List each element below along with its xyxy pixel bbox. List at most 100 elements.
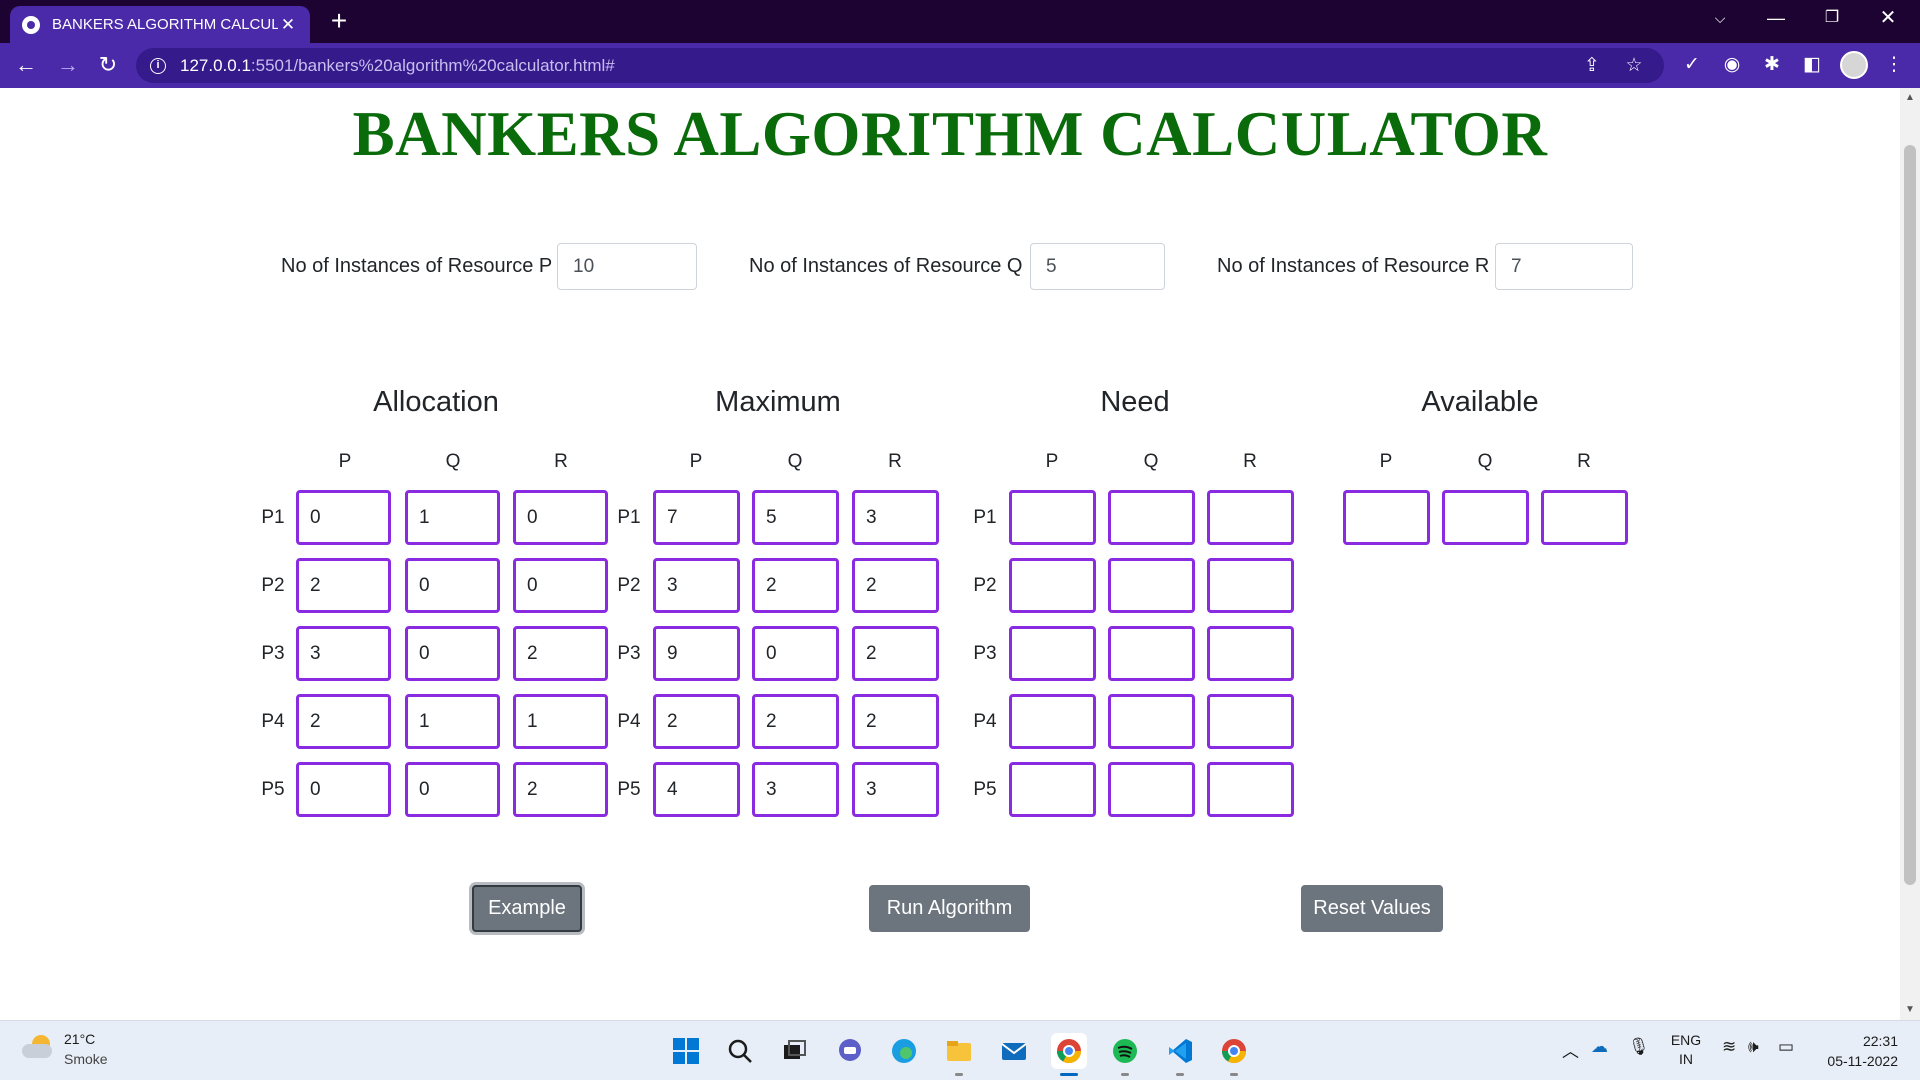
- chevron-up-icon[interactable]: ︿: [1562, 1037, 1579, 1062]
- allocation-cell[interactable]: 0: [513, 490, 608, 545]
- chrome-browser-icon[interactable]: [1051, 1033, 1087, 1076]
- scrollbar-thumb[interactable]: [1904, 145, 1916, 885]
- allocation-cell[interactable]: 1: [405, 694, 500, 749]
- need-cell[interactable]: [1108, 490, 1195, 545]
- allocation-cell[interactable]: 2: [513, 762, 608, 817]
- need-cell[interactable]: [1108, 626, 1195, 681]
- resource-r-input[interactable]: 7: [1495, 243, 1633, 290]
- maximum-cell[interactable]: 4: [653, 762, 740, 817]
- scroll-up-arrow-icon[interactable]: ▲: [1900, 88, 1920, 108]
- language-indicator[interactable]: ENG IN: [1668, 1031, 1704, 1069]
- profile-avatar[interactable]: [1840, 51, 1868, 79]
- allocation-cell[interactable]: 1: [405, 490, 500, 545]
- microphone-icon[interactable]: 🎙: [1628, 1037, 1650, 1057]
- weather-description[interactable]: Smoke: [64, 1051, 108, 1067]
- forward-arrow-icon[interactable]: →: [52, 49, 84, 81]
- edge-browser-icon[interactable]: [886, 1033, 922, 1069]
- spotify-icon[interactable]: [1107, 1033, 1143, 1076]
- browser-menu-icon[interactable]: ⋮: [1878, 49, 1910, 81]
- allocation-cell[interactable]: 0: [405, 626, 500, 681]
- available-cell-r[interactable]: [1541, 490, 1628, 545]
- puzzle-extensions-icon[interactable]: ✱: [1756, 49, 1788, 81]
- resource-p-input[interactable]: 10: [557, 243, 697, 290]
- need-cell[interactable]: [1009, 762, 1096, 817]
- need-cell[interactable]: [1009, 490, 1096, 545]
- allocation-cell[interactable]: 0: [405, 762, 500, 817]
- maximum-cell[interactable]: 5: [752, 490, 839, 545]
- address-bar[interactable]: i 127.0.0.1:5501/bankers%20algorithm%20c…: [136, 48, 1664, 83]
- battery-icon[interactable]: ▭: [1778, 1037, 1794, 1057]
- cursor-extension-icon[interactable]: ◉: [1716, 49, 1748, 81]
- maximum-cell[interactable]: 2: [752, 694, 839, 749]
- allocation-cell[interactable]: 2: [296, 694, 391, 749]
- maximum-cell[interactable]: 9: [653, 626, 740, 681]
- run-algorithm-button[interactable]: Run Algorithm: [869, 885, 1030, 932]
- maximum-cell[interactable]: 3: [852, 762, 939, 817]
- maximum-cell[interactable]: 2: [653, 694, 740, 749]
- system-clock[interactable]: 22:31 05-11-2022: [1818, 1031, 1898, 1071]
- need-cell[interactable]: [1207, 490, 1294, 545]
- maximum-cell[interactable]: 3: [852, 490, 939, 545]
- bookmark-star-icon[interactable]: ☆: [1620, 52, 1648, 80]
- weather-temperature[interactable]: 21°C: [64, 1031, 95, 1047]
- search-icon[interactable]: [722, 1033, 758, 1069]
- need-cell[interactable]: [1207, 626, 1294, 681]
- start-windows-icon[interactable]: [668, 1033, 704, 1069]
- resource-q-input[interactable]: 5: [1030, 243, 1165, 290]
- need-cell[interactable]: [1009, 558, 1096, 613]
- available-cell-p[interactable]: [1343, 490, 1430, 545]
- maximum-cell[interactable]: 0: [752, 626, 839, 681]
- allocation-cell[interactable]: 0: [405, 558, 500, 613]
- need-cell[interactable]: [1207, 558, 1294, 613]
- allocation-cell[interactable]: 1: [513, 694, 608, 749]
- file-explorer-icon[interactable]: [941, 1033, 977, 1076]
- need-cell[interactable]: [1108, 762, 1195, 817]
- vscode-icon[interactable]: [1162, 1033, 1198, 1076]
- browser-tab-active[interactable]: BANKERS ALGORITHM CALCULA ✕: [10, 6, 310, 43]
- example-button[interactable]: Example: [472, 885, 582, 932]
- chrome-profile-icon[interactable]: [1216, 1033, 1252, 1076]
- share-icon[interactable]: ⇪: [1578, 52, 1606, 80]
- task-view-icon[interactable]: [776, 1033, 812, 1069]
- back-arrow-icon[interactable]: ←: [10, 49, 42, 81]
- maximum-cell[interactable]: 2: [852, 626, 939, 681]
- site-info-icon[interactable]: i: [150, 57, 166, 74]
- allocation-cell[interactable]: 2: [296, 558, 391, 613]
- allocation-cell[interactable]: 2: [513, 626, 608, 681]
- onedrive-cloud-icon[interactable]: ☁: [1591, 1037, 1608, 1057]
- reload-icon[interactable]: ↻: [92, 49, 124, 81]
- need-cell[interactable]: [1009, 694, 1096, 749]
- need-cell[interactable]: [1207, 694, 1294, 749]
- need-cell[interactable]: [1009, 626, 1096, 681]
- maximum-cell[interactable]: 2: [752, 558, 839, 613]
- weather-icon[interactable]: [22, 1035, 52, 1059]
- teams-chat-icon[interactable]: [832, 1033, 868, 1069]
- maximum-cell[interactable]: 2: [852, 694, 939, 749]
- maximum-cell[interactable]: 2: [852, 558, 939, 613]
- allocation-cell[interactable]: 0: [296, 490, 391, 545]
- window-close-icon[interactable]: ✕: [1860, 0, 1916, 36]
- maximum-cell[interactable]: 3: [653, 558, 740, 613]
- available-cell-q[interactable]: [1442, 490, 1529, 545]
- need-cell[interactable]: [1207, 762, 1294, 817]
- allocation-cell[interactable]: 0: [296, 762, 391, 817]
- need-cell[interactable]: [1108, 558, 1195, 613]
- tab-search-icon[interactable]: ⌵: [1692, 0, 1748, 36]
- maximum-cell[interactable]: 7: [653, 490, 740, 545]
- tab-close-icon[interactable]: ✕: [278, 15, 298, 35]
- mail-icon[interactable]: [996, 1033, 1032, 1069]
- need-cell[interactable]: [1108, 694, 1195, 749]
- minimize-icon[interactable]: —: [1748, 0, 1804, 36]
- side-panel-icon[interactable]: ◧: [1796, 49, 1828, 81]
- checkmark-extension-icon[interactable]: ✓: [1676, 49, 1708, 81]
- allocation-cell[interactable]: 3: [296, 626, 391, 681]
- allocation-cell[interactable]: 0: [513, 558, 608, 613]
- volume-icon[interactable]: 🕪: [1748, 1037, 1759, 1057]
- maximum-cell[interactable]: 3: [752, 762, 839, 817]
- reset-values-button[interactable]: Reset Values: [1301, 885, 1443, 932]
- wifi-icon[interactable]: ≋: [1722, 1037, 1736, 1057]
- page-scrollbar[interactable]: ▲ ▼: [1900, 88, 1920, 1020]
- scroll-down-arrow-icon[interactable]: ▼: [1900, 1000, 1920, 1020]
- restore-icon[interactable]: ❐: [1804, 0, 1860, 36]
- new-tab-button[interactable]: +: [323, 6, 355, 38]
